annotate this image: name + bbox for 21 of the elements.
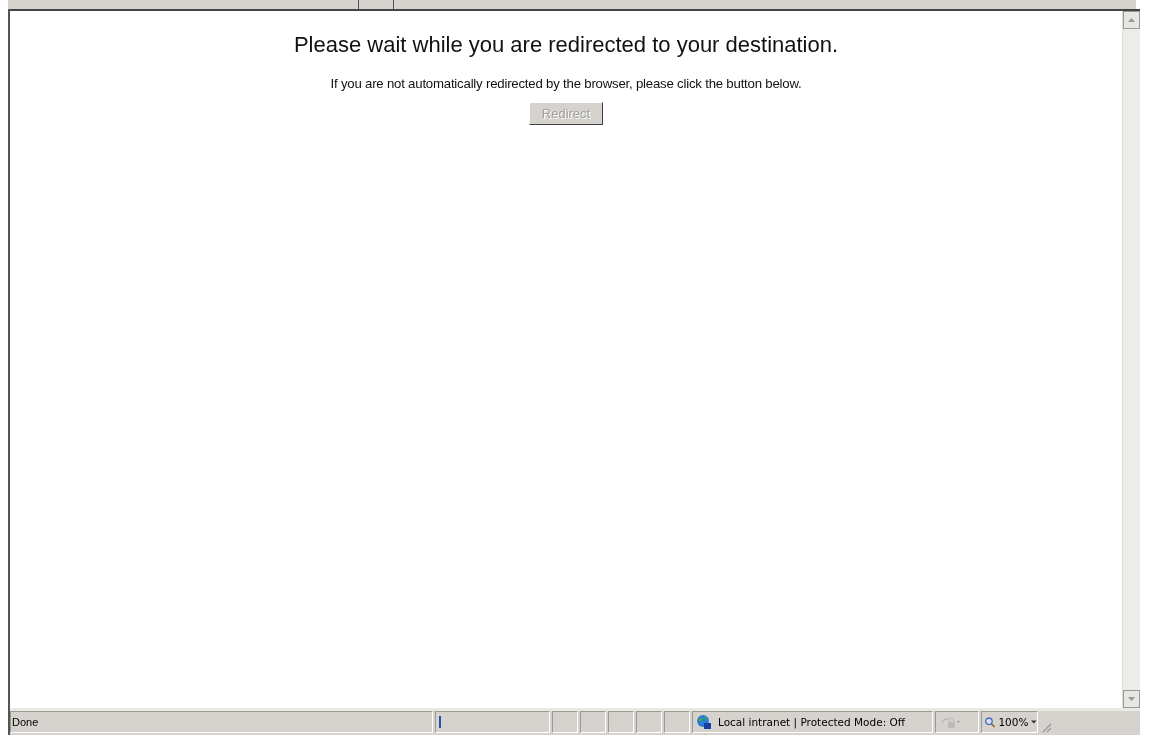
page-heading: Please wait while you are redirected to your destination. [293,32,839,58]
caret-icon [1031,720,1037,724]
globe-icon [696,714,712,730]
down-arrow-icon [1128,697,1135,701]
status-pane [664,711,690,733]
zoom-button[interactable]: 100% [981,711,1038,733]
scroll-down-button[interactable] [1123,690,1140,708]
redirect-message: If you are not automatically redirected by the browser, please click the button below. [330,76,802,91]
resize-grip-icon [1040,721,1052,733]
progress-indicator [439,716,441,728]
status-pane [552,711,578,733]
status-pane [636,711,662,733]
magnifier-icon [985,715,996,729]
security-zone-text: Local intranet | Protected Mode: Off [718,716,905,728]
status-pane [608,711,634,733]
status-text: Done [10,711,433,733]
status-pane [580,711,606,733]
scroll-up-button[interactable] [1123,11,1140,29]
protected-mode-button[interactable] [935,711,979,733]
up-arrow-icon [1128,18,1135,22]
lock-icon [940,715,960,729]
